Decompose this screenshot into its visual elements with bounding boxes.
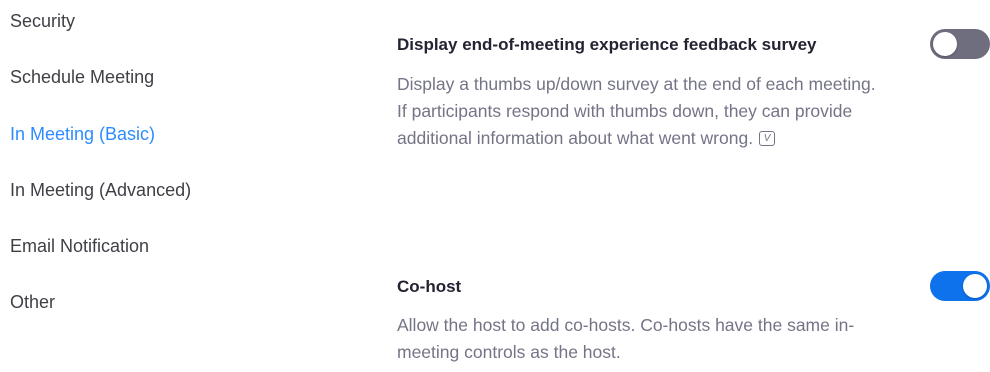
setting-description: Allow the host to add co-hosts. Co-hosts… bbox=[397, 315, 855, 362]
v-version-icon[interactable]: V bbox=[759, 130, 776, 146]
setting-description-text: Display a thumbs up/down survey at the e… bbox=[397, 74, 876, 148]
sidebar-item-in-meeting-basic[interactable]: In Meeting (Basic) bbox=[10, 122, 155, 146]
settings-sidebar: Security Schedule Meeting In Meeting (Ba… bbox=[0, 0, 300, 372]
feedback-survey-toggle[interactable] bbox=[930, 29, 990, 59]
settings-page: Security Schedule Meeting In Meeting (Ba… bbox=[0, 0, 990, 372]
setting-title: Co-host bbox=[397, 277, 462, 296]
toggle-knob bbox=[933, 32, 957, 56]
sidebar-item-in-meeting-advanced[interactable]: In Meeting (Advanced) bbox=[10, 178, 191, 202]
sidebar-item-security[interactable]: Security bbox=[10, 9, 75, 33]
co-host-toggle[interactable] bbox=[930, 271, 990, 301]
toggle-knob bbox=[963, 274, 987, 298]
sidebar-item-other[interactable]: Other bbox=[10, 290, 55, 314]
sidebar-item-email-notification[interactable]: Email Notification bbox=[10, 234, 149, 258]
setting-feedback-survey: Display end-of-meeting experience feedba… bbox=[397, 33, 897, 152]
setting-title: Display end-of-meeting experience feedba… bbox=[397, 35, 817, 54]
setting-description: Display a thumbs up/down survey at the e… bbox=[397, 71, 887, 152]
setting-co-host: Co-host Allow the host to add co-hosts. … bbox=[397, 275, 897, 366]
sidebar-item-schedule-meeting[interactable]: Schedule Meeting bbox=[10, 65, 154, 89]
